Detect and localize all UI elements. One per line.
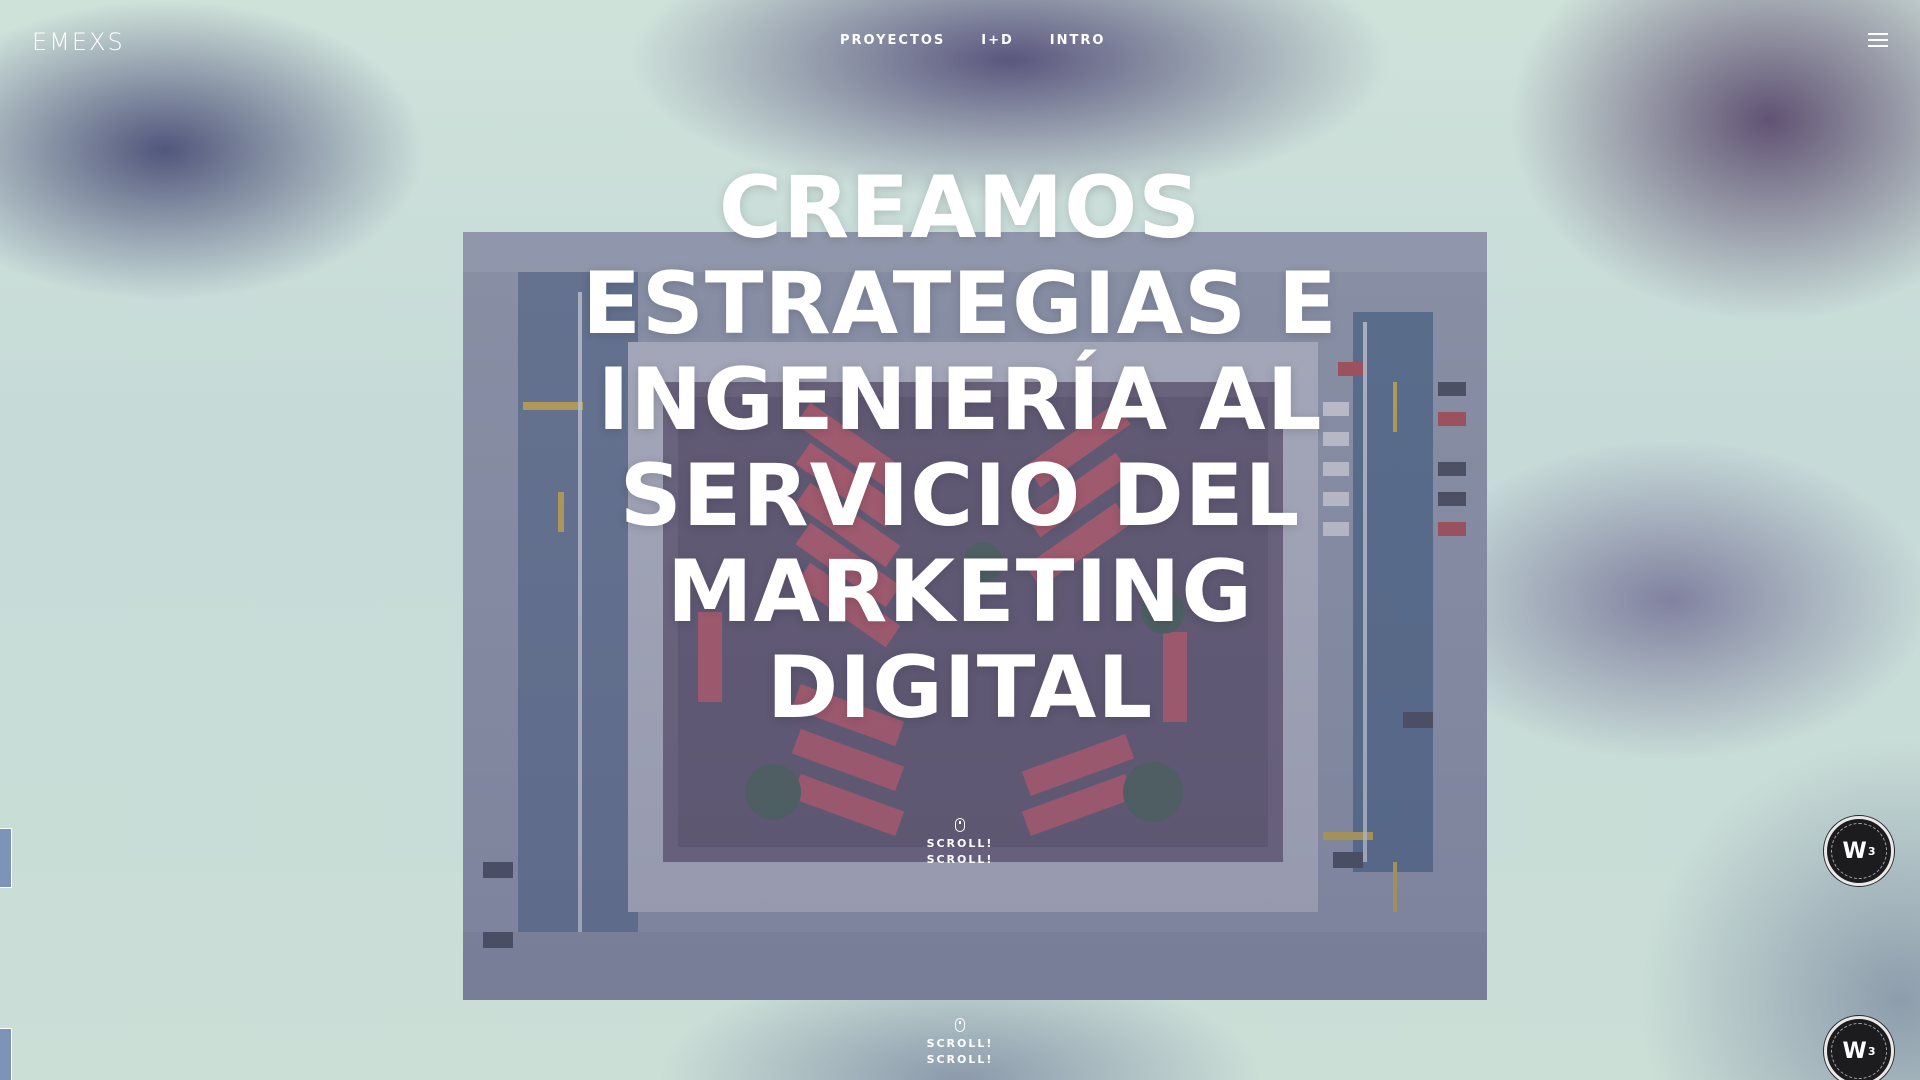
scroll-label: SCROLL! [926,1053,994,1066]
hamburger-line [1868,33,1888,35]
headline-line: SERVICIO DEL [619,446,1301,546]
w3-award-badge-icon[interactable]: W3 [1824,816,1894,886]
hamburger-icon[interactable] [1868,33,1888,47]
headline-line: INGENIERÍA AL [597,350,1323,450]
hero-headline: CREAMOS ESTRATEGIAS E INGENIERÍA AL SERV… [560,160,1360,736]
side-tab[interactable] [0,1028,12,1080]
hamburger-line [1868,45,1888,47]
scroll-label: SCROLL! [926,837,994,850]
nav-item-proyectos[interactable]: PROYECTOS [840,33,945,48]
scroll-indicator[interactable]: SCROLL! SCROLL! [900,818,1020,868]
badge-ring [1831,1023,1887,1079]
scroll-label: SCROLL! [926,853,994,866]
side-tab[interactable] [0,828,12,888]
main-nav: PROYECTOS I+D INTRO [840,33,1105,48]
nav-item-intro[interactable]: INTRO [1050,33,1106,48]
headline-line: DIGITAL [766,638,1154,738]
mouse-icon [955,1018,965,1032]
scroll-indicator[interactable]: SCROLL! SCROLL! [900,1018,1020,1068]
headline-line: CREAMOS [718,158,1202,258]
logo[interactable]: EMEXS [32,28,125,56]
badge-ring [1831,823,1887,879]
nav-item-id[interactable]: I+D [981,33,1014,48]
hamburger-line [1868,39,1888,41]
headline-line: MARKETING [667,542,1253,642]
scroll-label: SCROLL! [926,1037,994,1050]
w3-award-badge-icon[interactable]: W3 [1824,1016,1894,1080]
headline-line: ESTRATEGIAS E [582,254,1338,354]
mouse-icon [955,818,965,832]
